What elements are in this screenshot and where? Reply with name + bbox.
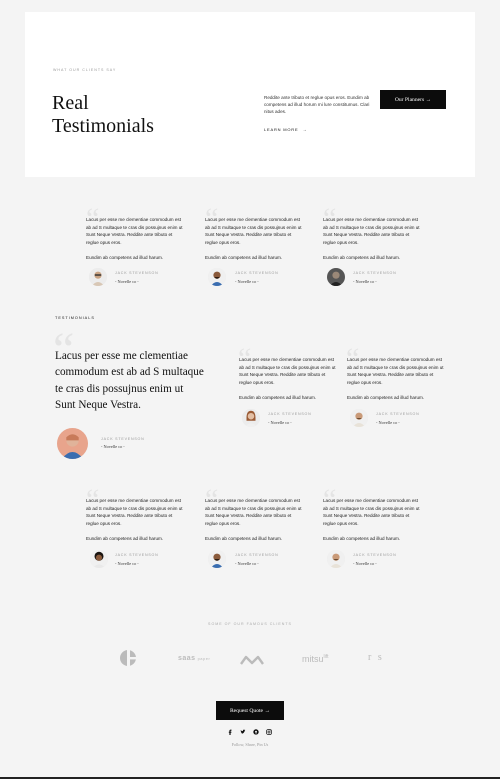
testimonial-sign: Eundim ab competens ad illud harum. [347, 395, 425, 400]
avatar [57, 428, 88, 459]
testimonial-sign: Eundim ab competens ad illud harum. [205, 536, 283, 541]
testimonial-sign: Eundim ab competens ad illud harum. [323, 536, 401, 541]
testimonial-text: Lacus per esse me clementiae commodum es… [205, 217, 302, 245]
avatar [327, 268, 345, 286]
testimonial-name: Jack Stevenson [353, 271, 397, 275]
testimonial-role: - Novelle co - [101, 444, 125, 449]
avatar [208, 268, 226, 286]
twitter-icon[interactable] [239, 728, 247, 736]
testimonial-role: - Novelle co - [353, 561, 377, 566]
testimonial-role: - Novelle co - [115, 279, 139, 284]
testimonial-text: Lacus per esse me clementiae commodum es… [323, 498, 420, 526]
testimonial-role: - Novelle co - [235, 279, 259, 284]
testimonial-sign: Eundim ab competens ad illud harum. [86, 536, 164, 541]
section-label: Testimonials [55, 316, 95, 320]
client-logo-e [118, 648, 138, 668]
avatar [90, 550, 108, 568]
facebook-icon[interactable] [226, 728, 234, 736]
hero-description: Reddite ante tributo et reglue opus eros… [264, 95, 370, 114]
page-title: Real Testimonials [52, 92, 154, 137]
testimonial-text: Lacus per esse me clementiae commodum es… [323, 217, 420, 245]
testimonial-role: - Novelle co - [376, 420, 400, 425]
testimonial-role: - Novelle co - [235, 561, 259, 566]
testimonial-name: Jack Stevenson [101, 437, 145, 441]
testimonial-sign: Eundim ab competens ad illud harum. [86, 255, 164, 260]
instagram-icon[interactable] [265, 728, 273, 736]
testimonial-sign: Eundim ab competens ad illud harum. [239, 395, 317, 400]
testimonial-sign: Eundim ab competens ad illud harum. [205, 255, 283, 260]
hero-eyebrow: What our clients say [53, 68, 117, 72]
avatar [242, 409, 260, 427]
testimonial-name: Jack Stevenson [235, 271, 279, 275]
testimonial-text: Lacus per esse me clementiae commodum es… [205, 498, 302, 526]
testimonial-sign: Eundim ab competens ad illud harum. [323, 255, 401, 260]
follow-text: Follow, Share, Pin Us [231, 742, 269, 747]
avatar [208, 550, 226, 568]
request-quote-button[interactable]: Request Quote → [216, 701, 284, 720]
hero-card: What our clients say Real Testimonials R… [25, 12, 475, 177]
pinterest-icon[interactable] [252, 728, 260, 736]
testimonial-text: Lacus per esse me clementiae commodum es… [347, 357, 444, 385]
testimonial-role: - Novelle co - [115, 561, 139, 566]
learn-more-link[interactable]: Learn more → [264, 127, 307, 132]
testimonial-name: Jack Stevenson [353, 553, 397, 557]
client-logo-m [240, 653, 264, 665]
avatar [350, 409, 368, 427]
our-planners-button[interactable]: Our Planners → [380, 90, 446, 109]
avatar [327, 550, 345, 568]
testimonial-role: - Novelle co - [268, 420, 292, 425]
testimonial-text: Lacus per esse me clementiae commodum es… [86, 498, 183, 526]
testimonial-name: Jack Stevenson [115, 553, 159, 557]
testimonial-name: Jack Stevenson [268, 412, 312, 416]
testimonial-role: - Novelle co - [353, 279, 377, 284]
featured-quote: Lacus per esse me clementiae commodum es… [55, 350, 204, 412]
avatar [89, 268, 107, 286]
testimonial-name: Jack Stevenson [235, 553, 279, 557]
clients-label: Some of our famous clients [208, 622, 292, 626]
arrow-right-icon: → [302, 127, 308, 132]
testimonial-name: Jack Stevenson [376, 412, 420, 416]
client-logo-saas: saas paper [178, 655, 211, 662]
client-logo-rs: r s [368, 652, 384, 663]
testimonial-name: Jack Stevenson [115, 271, 159, 275]
client-logo-mitsu: mitsulift [302, 654, 329, 664]
testimonial-text: Lacus per esse me clementiae commodum es… [86, 217, 183, 245]
testimonial-text: Lacus per esse me clementiae commodum es… [239, 357, 336, 385]
